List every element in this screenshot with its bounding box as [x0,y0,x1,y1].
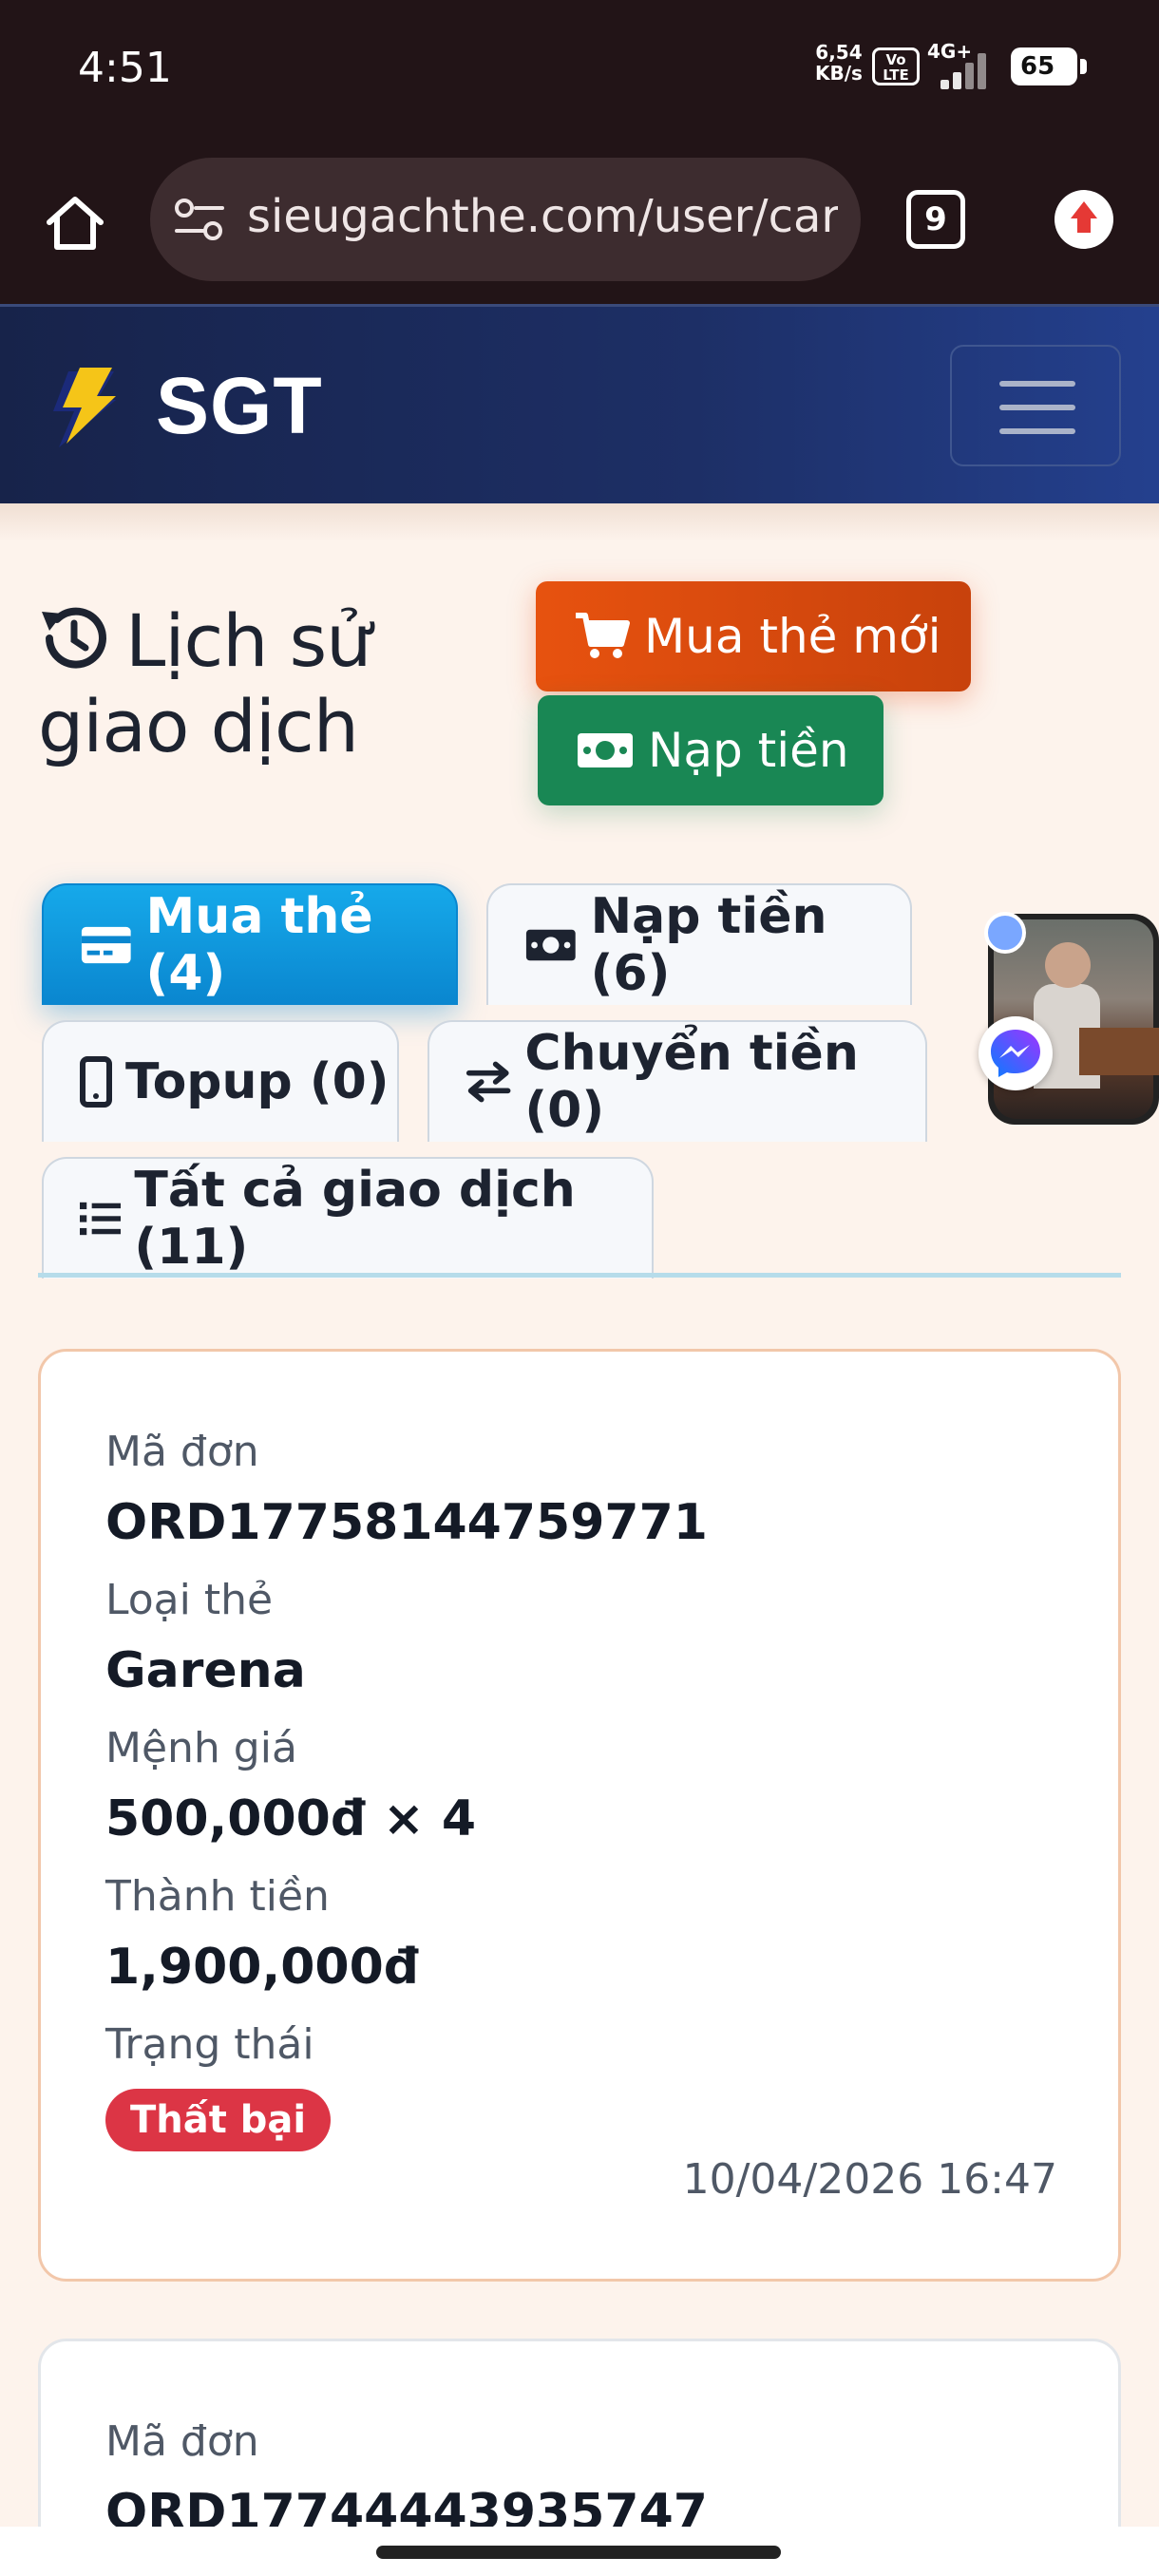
messenger-icon[interactable] [978,1016,1053,1090]
address-bar[interactable]: sieugachthe.com/user/card [150,158,861,281]
status-label: Trạng thái [105,2020,314,2069]
order-card: Mã đơn ORD17758144759771 Loại thẻ Garena… [38,1349,1121,2282]
list-icon [80,1202,122,1236]
exchange-icon [466,1061,511,1103]
credit-card-icon [81,926,131,964]
home-icon [47,197,104,250]
money-icon [525,929,576,961]
total-label: Thành tiền [105,1872,330,1921]
tab-topup-label: Nạp tiền (6) [590,888,827,1002]
tab-mobile-topup[interactable]: Topup (0) [42,1020,399,1142]
tab-switcher-button[interactable]: 9 [906,190,965,249]
menu-toggle-button[interactable] [950,345,1121,466]
denomination: 500,000đ × 4 [105,1790,477,1847]
url-text[interactable]: sieugachthe.com/user/card [247,190,838,247]
brand-name[interactable]: SGT [156,360,323,452]
tab-buy-card-label: Mua thẻ (4) [145,888,373,1002]
upload-extension-icon[interactable] [1054,190,1113,249]
status-badge: Thất bại [105,2089,332,2151]
order-datetime: 10/04/2026 16:47 [682,2155,1057,2204]
denomination-label: Mệnh giá [105,1724,297,1772]
order-id-label: Mã đơn [105,1428,259,1476]
speed-value: 6,54 [815,41,863,64]
page-title-line2: giao dịch [38,684,359,768]
status-time: 4:51 [78,44,172,92]
tab-buy-card[interactable]: Mua thẻ (4) [42,883,458,1005]
mobile-icon [80,1056,112,1108]
hamburger-icon [999,381,1075,387]
buy-card-button[interactable]: Mua thẻ mới [536,581,971,691]
tab-all-transactions[interactable]: Tất cả giao dịch (11) [42,1157,654,1279]
topup-label: Nạp tiền [648,723,849,778]
tab-transfer-label: Chuyển tiền (0) [524,1025,859,1139]
header-shadow [0,503,1159,541]
lightning-logo-icon[interactable] [46,366,129,447]
order-id: ORD17758144759771 [105,1494,708,1551]
tab-all-transactions-label: Tất cả giao dịch (11) [134,1162,576,1276]
site-settings-icon[interactable] [173,196,226,243]
tab-mobile-topup-label: Topup (0) [125,1053,390,1110]
home-button[interactable] [42,190,108,256]
site-header: SGT [0,304,1159,503]
browser-toolbar: sieugachthe.com/user/card 9 [0,142,1159,304]
network-speed: 6,54 KB/s [815,42,863,84]
page-title: Lịch sử giao dịch [38,598,437,769]
speed-unit: KB/s [815,62,863,85]
card-type-label: Loại thẻ [105,1576,274,1624]
status-bar: 4:51 6,54 KB/s Vo LTE 4G+ 65 [0,0,1159,142]
money-icon [578,733,633,767]
card-type: Garena [105,1642,306,1699]
tab-transfer[interactable]: Chuyển tiền (0) [428,1020,927,1142]
network-type: 4G+ [927,40,973,63]
tab-topup[interactable]: Nạp tiền (6) [486,883,912,1005]
order-id-label: Mã đơn [105,2417,259,2466]
cart-icon [576,613,630,658]
buy-card-label: Mua thẻ mới [644,609,941,664]
battery-icon: 65 [1011,47,1087,85]
tabs-underline [38,1273,1121,1278]
page-title-line1: Lịch sử [125,598,371,683]
signal-icon: 4G+ [927,40,998,89]
topup-button[interactable]: Nạp tiền [538,695,884,805]
volte-icon: Vo LTE [872,47,920,85]
total-amount: 1,900,000đ [105,1939,420,1996]
home-indicator[interactable] [376,2546,781,2559]
online-indicator [984,912,1026,954]
